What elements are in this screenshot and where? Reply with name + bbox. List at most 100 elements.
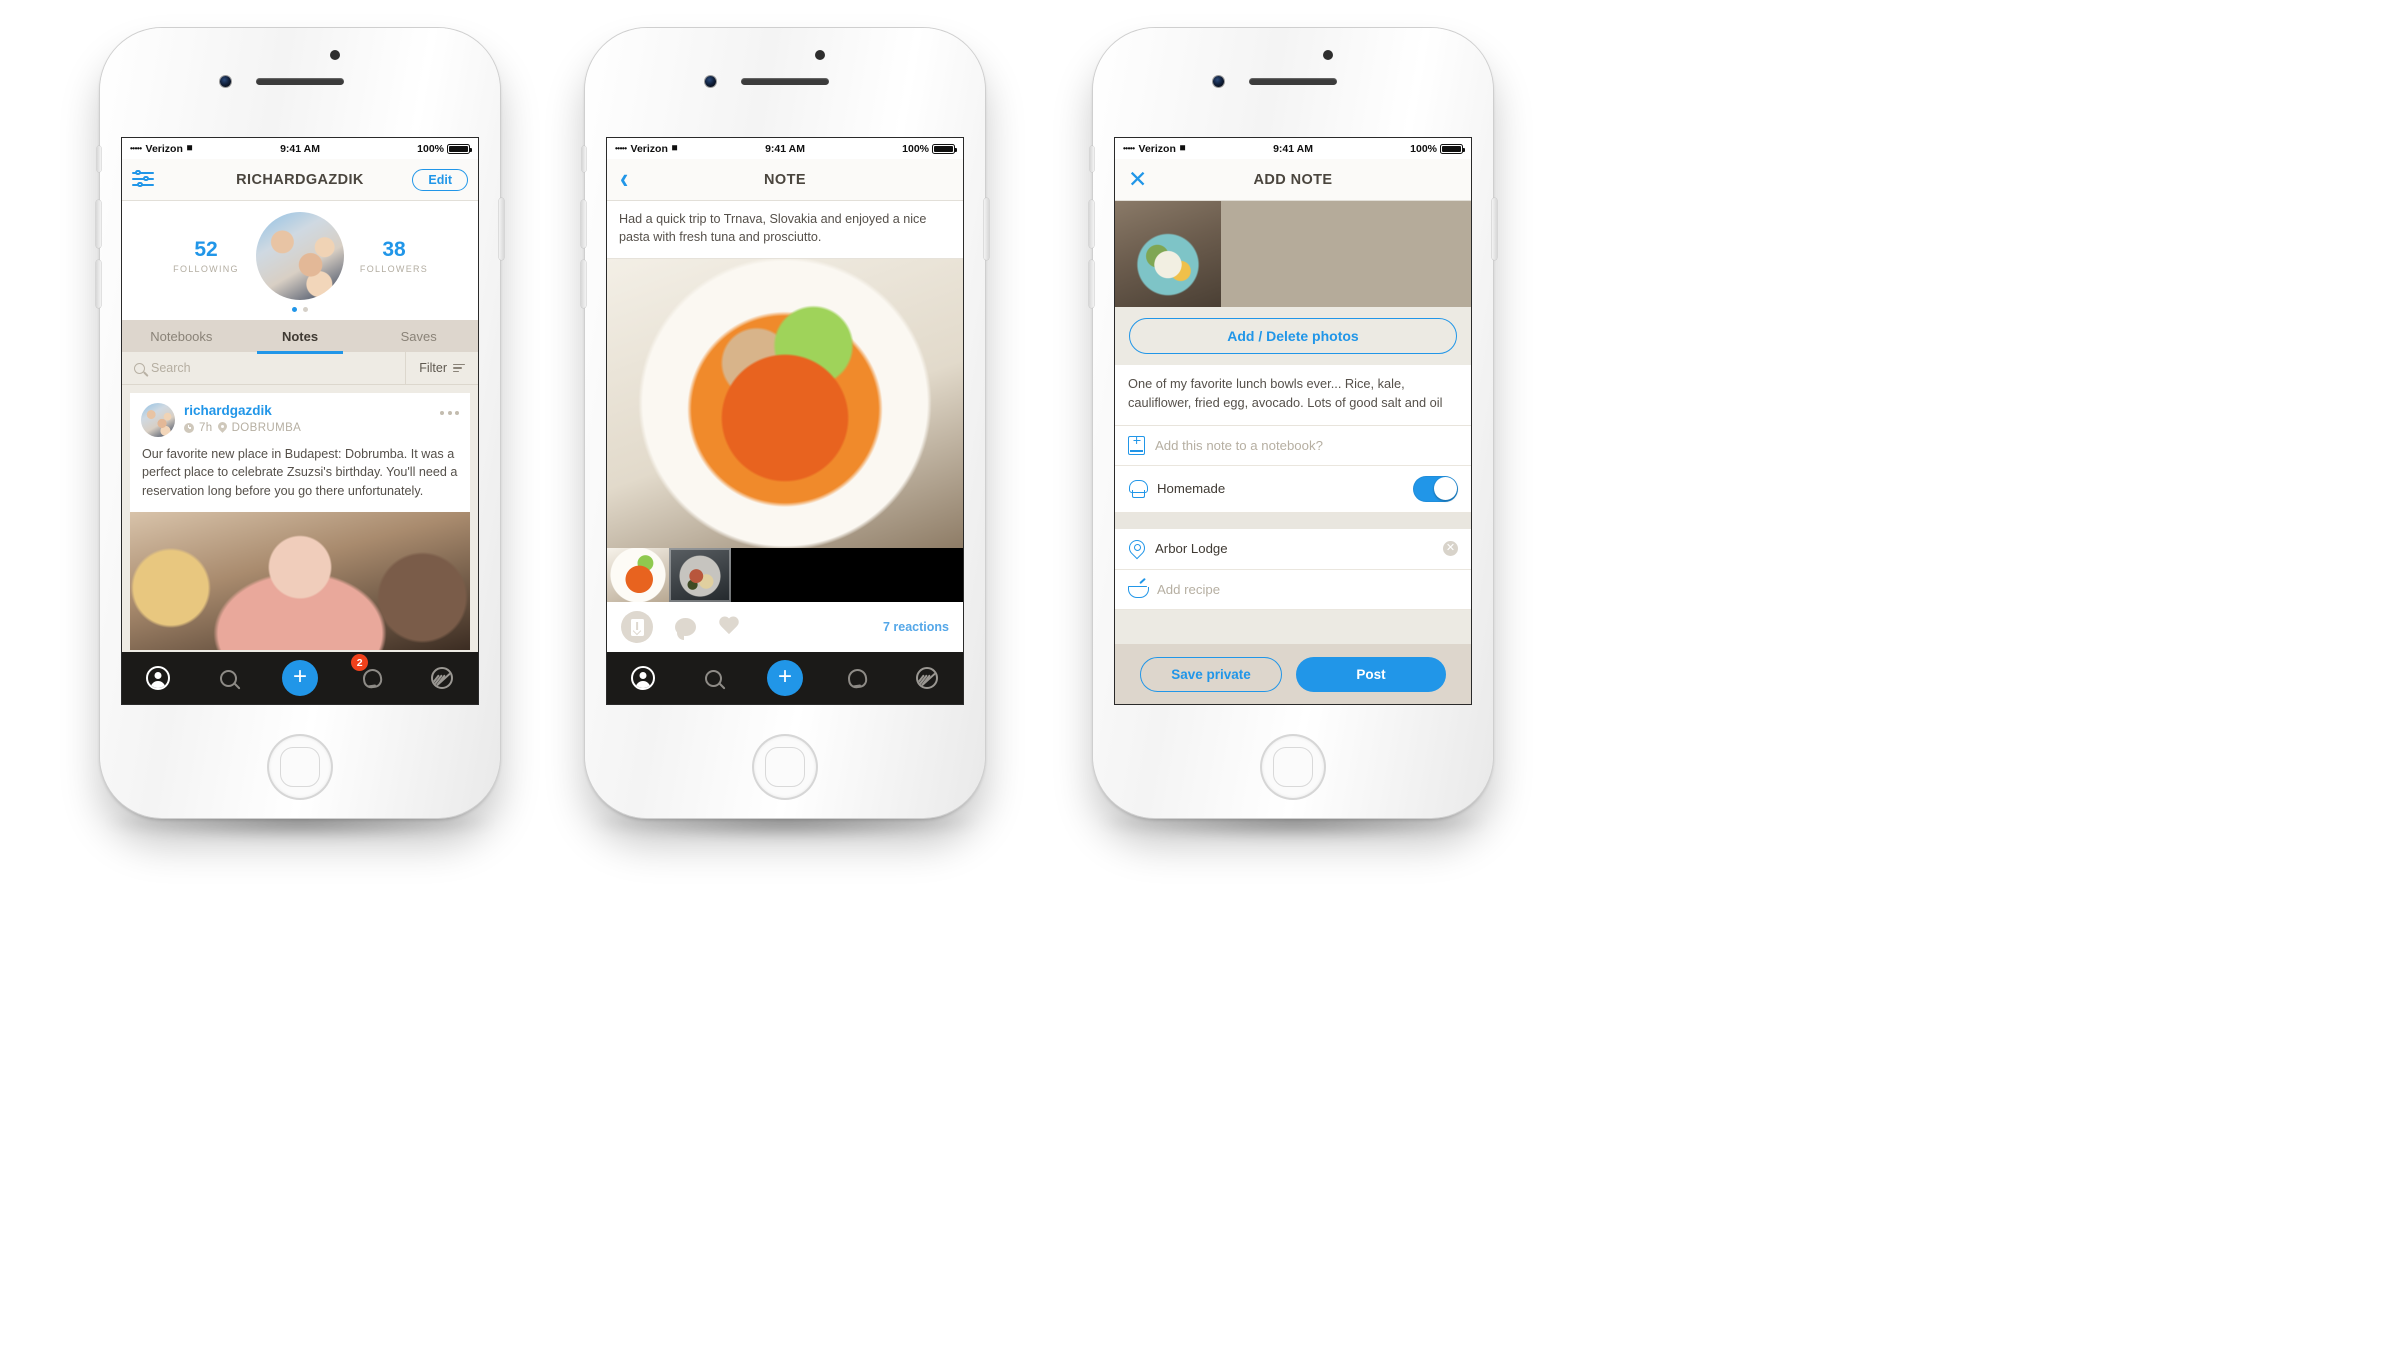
tab-notes[interactable]: Notes — [241, 320, 360, 354]
proximity-sensor — [330, 50, 340, 60]
tab-profile[interactable] — [619, 654, 667, 702]
save-private-button[interactable]: Save private — [1140, 656, 1282, 692]
note-text-input[interactable]: One of my favorite lunch bowls ever... R… — [1115, 365, 1471, 426]
note-hero-photo[interactable] — [607, 258, 963, 548]
silent-switch[interactable] — [582, 146, 586, 172]
volume-down-button[interactable] — [96, 260, 101, 308]
location-pin-icon — [1128, 539, 1145, 559]
tab-add[interactable]: + — [276, 654, 324, 702]
followers-label: FOLLOWERS — [359, 264, 429, 275]
tab-search[interactable] — [690, 654, 738, 702]
screen-note-detail: ••••• Verizon ⏹ 9:41 AM 100% ‹ NOTE Had … — [607, 138, 963, 704]
fork-plate-icon — [916, 667, 939, 689]
followers-stat[interactable]: 38 FOLLOWERS — [344, 238, 444, 274]
tab-saves[interactable]: Saves — [359, 320, 478, 352]
followers-count: 38 — [382, 237, 406, 261]
battery-icon — [1440, 143, 1465, 154]
tab-discover[interactable] — [903, 654, 951, 702]
page-indicator — [292, 307, 308, 312]
photo-thumbnail[interactable] — [669, 548, 731, 602]
more-options-icon[interactable] — [440, 403, 459, 415]
location-label[interactable]: DOBRUMBA — [232, 422, 302, 434]
volume-down-button[interactable] — [581, 260, 586, 308]
tab-search[interactable] — [205, 654, 253, 702]
filter-label: Filter — [419, 361, 447, 375]
nav-bar-add-note: ✕ ADD NOTE — [1115, 159, 1471, 201]
clock-label: 9:41 AM — [1273, 142, 1313, 155]
settings-sliders-icon[interactable] — [132, 169, 154, 189]
filter-button[interactable]: Filter — [405, 352, 478, 384]
reactions-count[interactable]: 7 reactions — [883, 620, 949, 634]
clear-location-icon[interactable]: ✕ — [1443, 541, 1458, 557]
search-input[interactable]: Search — [122, 352, 405, 384]
volume-up-button[interactable] — [96, 200, 101, 248]
recipe-bowl-icon — [1128, 577, 1149, 598]
page-dot-active[interactable] — [292, 307, 297, 312]
page-title: ADD NOTE — [1253, 171, 1333, 188]
bottom-tab-bar: + 2 — [122, 652, 478, 704]
phone-device-3: ••••• Verizon ⏹ 9:41 AM 100% ✕ ADD NOTE … — [1089, 28, 1497, 818]
avatar[interactable] — [141, 403, 175, 437]
field-homemade[interactable]: Homemade — [1115, 465, 1471, 513]
carrier-label: Verizon — [630, 142, 668, 155]
heart-icon[interactable] — [718, 617, 740, 637]
front-camera — [705, 76, 716, 87]
tab-profile[interactable] — [134, 654, 182, 702]
silent-switch[interactable] — [1090, 146, 1094, 172]
phone-device-2: ••••• Verizon ⏹ 9:41 AM 100% ‹ NOTE Had … — [581, 28, 989, 818]
post-button[interactable]: Post — [1296, 656, 1446, 692]
add-delete-photos-button[interactable]: Add / Delete photos — [1129, 318, 1457, 354]
field-add-recipe[interactable]: Add recipe — [1115, 569, 1471, 610]
filter-icon — [453, 363, 465, 373]
plus-icon: + — [766, 660, 803, 696]
note-card[interactable]: richardgazdik 7h DOBRUMBA Our favorite n… — [130, 393, 470, 651]
note-photo[interactable] — [130, 512, 470, 651]
tab-add[interactable]: + — [761, 654, 809, 702]
home-button[interactable] — [269, 736, 331, 798]
photo-thumbnail[interactable] — [607, 548, 669, 602]
status-bar: ••••• Verizon ⏹ 9:41 AM 100% — [1115, 138, 1471, 159]
silent-switch[interactable] — [97, 146, 101, 172]
close-icon[interactable]: ✕ — [1125, 168, 1150, 191]
following-stat[interactable]: 52 FOLLOWING — [156, 238, 256, 274]
nav-bar-note: ‹ NOTE — [607, 159, 963, 201]
signal-dots: ••••• — [615, 143, 627, 153]
homemade-toggle[interactable] — [1413, 475, 1458, 502]
avatar[interactable] — [256, 212, 344, 300]
battery-icon — [447, 143, 472, 154]
tab-notifications[interactable]: 2 — [347, 654, 395, 702]
person-icon — [630, 666, 655, 690]
field-add-to-notebook[interactable]: Add this note to a notebook? — [1115, 425, 1471, 466]
wifi-icon: ⏹ — [186, 142, 193, 154]
signal-dots: ••••• — [130, 143, 142, 153]
field-label: Arbor Lodge — [1155, 541, 1228, 557]
screen-add-note: ••••• Verizon ⏹ 9:41 AM 100% ✕ ADD NOTE … — [1115, 138, 1471, 704]
status-bar: ••••• Verizon ⏹ 9:41 AM 100% — [122, 138, 478, 159]
volume-up-button[interactable] — [1089, 200, 1094, 248]
photo-thumbnail-strip — [607, 548, 963, 602]
note-card-header: richardgazdik 7h DOBRUMBA — [130, 393, 470, 443]
home-button[interactable] — [1262, 736, 1324, 798]
edit-button[interactable]: Edit — [412, 168, 468, 191]
tab-discover[interactable] — [418, 654, 466, 702]
save-icon[interactable] — [621, 611, 653, 643]
note-action-row: 7 reactions — [607, 602, 963, 652]
power-button[interactable] — [984, 198, 989, 260]
following-label: FOLLOWING — [173, 264, 239, 275]
home-button[interactable] — [754, 736, 816, 798]
page-title: NOTE — [764, 171, 806, 188]
power-button[interactable] — [1492, 198, 1497, 260]
section-divider — [1115, 512, 1471, 529]
selected-photo[interactable] — [1115, 201, 1221, 307]
power-button[interactable] — [499, 198, 504, 260]
comment-icon[interactable] — [675, 618, 696, 640]
volume-down-button[interactable] — [1089, 260, 1094, 308]
tab-notebooks[interactable]: Notebooks — [122, 320, 241, 352]
page-dot[interactable] — [303, 307, 308, 312]
back-chevron-icon[interactable]: ‹ — [617, 165, 631, 194]
tab-notifications[interactable] — [832, 654, 880, 702]
notes-feed[interactable]: richardgazdik 7h DOBRUMBA Our favorite n… — [122, 385, 478, 652]
volume-up-button[interactable] — [581, 200, 586, 248]
username-link[interactable]: richardgazdik — [184, 403, 431, 420]
field-location[interactable]: Arbor Lodge ✕ — [1115, 528, 1471, 570]
